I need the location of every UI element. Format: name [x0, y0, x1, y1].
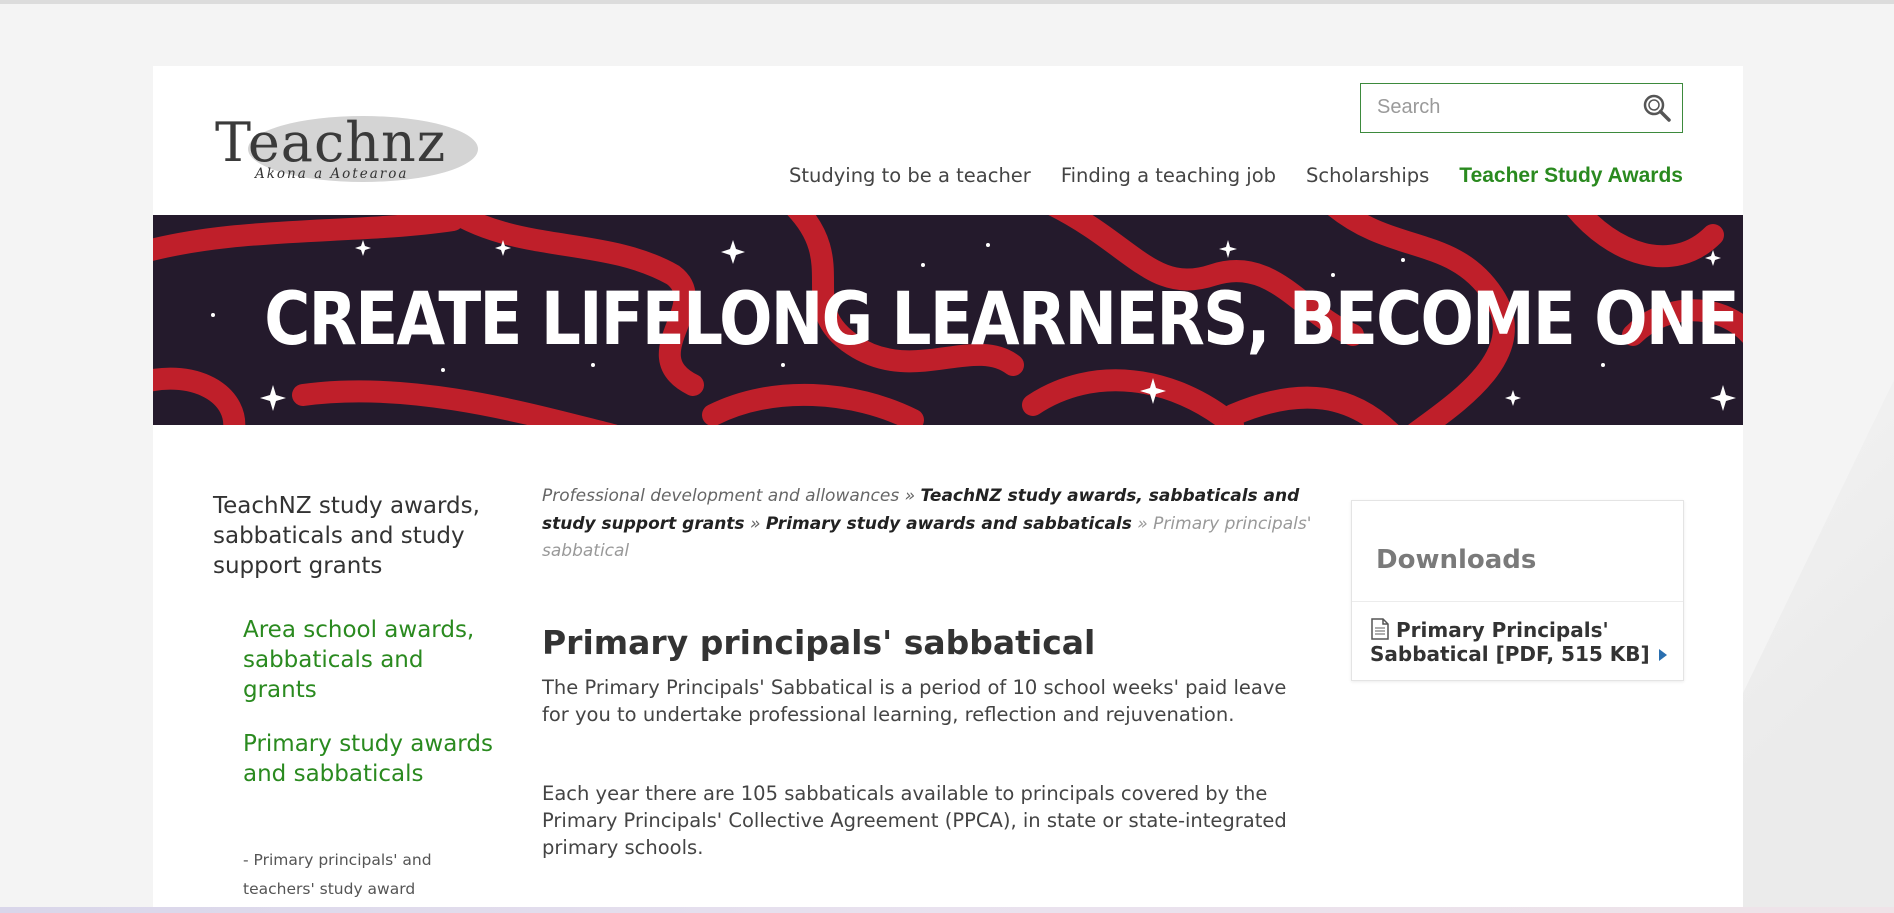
nav-finding-a-teaching-job[interactable]: Finding a teaching job [1061, 164, 1276, 188]
search-box[interactable] [1360, 83, 1683, 133]
breadcrumb: Professional development and allowances … [542, 483, 1322, 566]
download-link-label[interactable]: Primary Principals' Sabbatical [PDF, 515… [1370, 618, 1650, 666]
intro-paragraph: The Primary Principals' Sabbatical is a … [542, 676, 1287, 726]
window-bottom-strip [0, 907, 1894, 913]
breadcrumb-separator: » [749, 513, 761, 534]
breadcrumb-separator: » [904, 486, 916, 506]
body-paragraph: Each year there are 105 sabbaticals avai… [542, 782, 1287, 859]
nav-teacher-study-awards[interactable]: Teacher Study Awards [1459, 164, 1683, 188]
sidebar-link-primary-study-awards[interactable]: Primary study awards and sabbaticals [243, 729, 503, 789]
logo-tagline: Akona a Aotearoa [253, 166, 408, 182]
breadcrumb-item[interactable]: Professional development and allowances [542, 486, 899, 506]
logo-wordmark: Teachnz [215, 111, 446, 174]
teachnz-logo[interactable]: Teachnz Akona a Aotearoa [213, 106, 478, 186]
downloads-title: Downloads [1376, 545, 1537, 575]
hero-banner: CREATE LIFELONG LEARNERS, BECOME ONE YOU… [153, 215, 1743, 425]
main-nav: Studying to be a teacher Finding a teach… [789, 164, 1683, 188]
document-icon [1371, 618, 1389, 640]
nav-scholarships[interactable]: Scholarships [1306, 164, 1429, 188]
page-container: Teachnz Akona a Aotearoa Studying to be … [153, 66, 1743, 913]
sidebar-link-area-school-awards[interactable]: Area school awards, sabbaticals and gran… [243, 615, 503, 705]
search-icon[interactable] [1642, 93, 1672, 123]
divider [1352, 601, 1683, 602]
breadcrumb-separator: » [1137, 513, 1148, 534]
window-top-border [0, 0, 1894, 4]
page-title: Primary principals' sabbatical [542, 623, 1096, 662]
download-link[interactable]: Primary Principals' Sabbatical [PDF, 515… [1370, 618, 1670, 666]
chevron-right-icon [1658, 649, 1667, 661]
sidebar-sub-item[interactable]: - Primary principals' and teachers' stud… [243, 846, 473, 904]
nav-studying-to-be-a-teacher[interactable]: Studying to be a teacher [789, 164, 1031, 188]
sidebar-title[interactable]: TeachNZ study awards, sabbaticals and st… [213, 491, 503, 581]
downloads-panel: Downloads Primary Principals' Sabbatical… [1351, 500, 1684, 681]
breadcrumb-item[interactable]: Primary study awards and sabbaticals [766, 514, 1132, 534]
banner-title: CREATE LIFELONG LEARNERS, BECOME ONE YOU… [264, 277, 1743, 362]
search-input[interactable] [1361, 84, 1631, 131]
